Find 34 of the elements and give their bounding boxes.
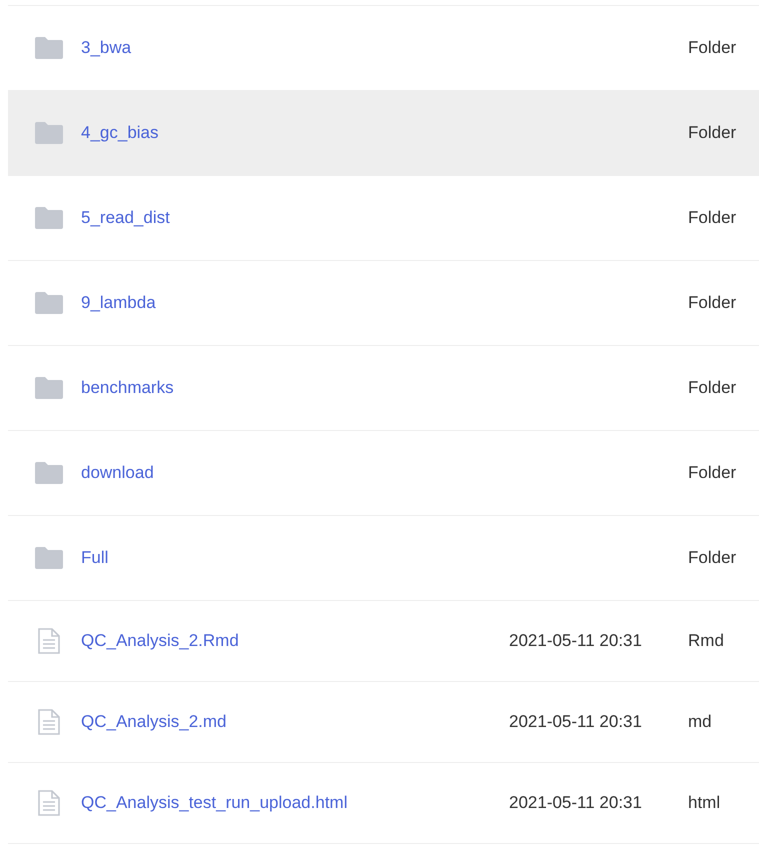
file-type: Folder	[688, 292, 736, 314]
file-type: md	[688, 711, 712, 734]
modified-date: 2021-05-11 20:31	[509, 631, 642, 650]
file-name-link[interactable]: QC_Analysis_2.md	[81, 709, 509, 735]
file-type: Folder	[688, 547, 736, 570]
file-name-link[interactable]: 3_bwa	[81, 35, 509, 61]
folder-icon	[35, 292, 63, 314]
folder-icon	[35, 37, 63, 59]
file-name-link[interactable]: Full	[81, 545, 509, 571]
file-type: Folder	[688, 37, 736, 60]
file-name-link[interactable]: QC_Analysis_test_run_upload.html	[81, 790, 509, 816]
file-type: Folder	[688, 377, 736, 400]
file-type: Rmd	[688, 630, 724, 652]
file-type: Folder	[688, 462, 736, 484]
folder-icon	[35, 462, 63, 484]
file-type: Folder	[688, 207, 736, 230]
file-type: html	[688, 792, 720, 814]
file-name-link[interactable]: benchmarks	[81, 375, 509, 401]
file-name-link[interactable]: download	[81, 460, 509, 486]
file-name-link[interactable]: 5_read_dist	[81, 205, 509, 231]
file-name-link[interactable]: 9_lambda	[81, 290, 509, 316]
file-row[interactable]: 4_gc_bias Folder	[8, 91, 759, 176]
folder-icon	[35, 377, 63, 399]
document-icon	[38, 628, 60, 654]
file-name-link[interactable]: 4_gc_bias	[81, 120, 509, 146]
folder-icon	[35, 207, 63, 229]
document-icon	[38, 790, 60, 816]
folder-icon	[35, 547, 63, 569]
document-icon	[38, 709, 60, 735]
folder-icon	[35, 122, 63, 144]
modified-date: 2021-05-11 20:31	[509, 712, 642, 732]
file-type: Folder	[688, 122, 736, 144]
file-name-link[interactable]: QC_Analysis_2.Rmd	[81, 628, 509, 654]
modified-date: 2021-05-11 20:31	[509, 793, 642, 812]
